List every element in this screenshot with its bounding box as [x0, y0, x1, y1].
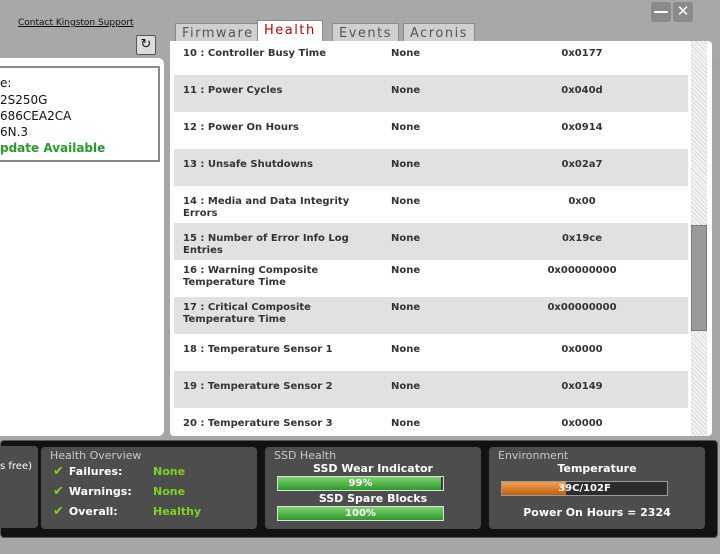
refresh-button[interactable]: ↻ — [136, 35, 156, 55]
device-info-line: e: — [0, 76, 12, 90]
attribute-value: 0x0000 — [561, 418, 603, 429]
temperature-value: 39C/102F — [558, 483, 611, 494]
failures-label: Failures: — [68, 465, 123, 478]
attribute-value: 0x040d — [561, 85, 603, 96]
contact-support-link[interactable]: Contact Kingston Support — [18, 18, 134, 28]
table-row[interactable]: 18 : Temperature Sensor 1 None 0x0000 — [174, 334, 688, 371]
attribute-threshold: None — [391, 48, 421, 59]
attribute-value: 0x00 — [568, 196, 596, 207]
warnings-row: ✔ Warnings: None — [53, 484, 185, 499]
attribute-value: 0x0177 — [561, 48, 603, 59]
table-row[interactable]: 16 : Warning Composite Temperature Time … — [174, 260, 688, 297]
failures-value: None — [153, 465, 186, 478]
temperature-label: Temperature — [557, 462, 637, 475]
device-serial: 686CEA2CA — [0, 109, 72, 123]
check-icon: ✔ — [53, 504, 64, 519]
table-row[interactable]: 12 : Power On Hours None 0x0914 — [174, 112, 688, 149]
attribute-threshold: None — [391, 85, 421, 96]
capacity-panel — [0, 446, 38, 528]
attribute-value: 0x00000000 — [547, 265, 617, 276]
close-button[interactable]: ✕ — [673, 2, 693, 22]
attribute-threshold: None — [391, 302, 421, 313]
attribute-value: 0x0149 — [561, 381, 603, 392]
environment-panel: Environment Temperature 39C/102F Power O… — [489, 447, 705, 529]
table-row[interactable]: 19 : Temperature Sensor 2 None 0x0149 — [174, 371, 688, 408]
attribute-value: 0x19ce — [561, 233, 603, 244]
table-row[interactable]: 15 : Number of Error Info Log Entries No… — [174, 223, 688, 260]
spare-blocks-value: 100% — [345, 508, 376, 519]
overall-label: Overall: — [68, 505, 118, 518]
attribute-name: 10 : Controller Busy Time — [183, 48, 326, 59]
health-overview-panel: Health Overview ✔ Failures: None ✔ Warning… — [41, 447, 257, 529]
table-row[interactable]: 10 : Controller Busy Time None 0x0177 — [174, 41, 688, 75]
table-scrollbar[interactable] — [691, 41, 707, 436]
attribute-name: 13 : Unsafe Shutdowns — [183, 159, 313, 170]
device-model: 2S250G — [0, 93, 48, 107]
wear-indicator-value: 99% — [348, 478, 373, 489]
scrollbar-thumb[interactable] — [691, 225, 707, 331]
attribute-value: 0x0000 — [561, 344, 603, 355]
check-icon: ✔ — [53, 484, 64, 499]
device-firmware: 6N.3 — [0, 125, 29, 139]
status-bar: Health Overview ✔ Failures: None ✔ Warning… — [0, 440, 718, 538]
health-overview-title: Health Overview — [50, 449, 142, 462]
attribute-name: 18 : Temperature Sensor 1 — [183, 344, 333, 355]
failures-row: ✔ Failures: None — [53, 464, 185, 479]
refresh-icon: ↻ — [140, 37, 152, 52]
attribute-threshold: None — [391, 196, 421, 207]
device-info-box: e: 2S250G 686CEA2CA 6N.3 pdate Available — [0, 66, 160, 162]
attribute-name: 20 : Temperature Sensor 3 — [183, 418, 333, 429]
power-on-hours: Power On Hours = 2324 — [523, 506, 671, 519]
wear-indicator-bar: 99% — [277, 476, 444, 491]
ssd-health-panel: SSD Health SSD Wear Indicator 99% SSD Sp… — [265, 447, 481, 529]
table-row[interactable]: 14 : Media and Data Integrity Errors Non… — [174, 186, 688, 223]
attribute-name: 15 : Number of Error Info Log Entries — [183, 233, 349, 256]
check-icon: ✔ — [53, 464, 64, 479]
table-row[interactable]: 11 : Power Cycles None 0x040d — [174, 75, 688, 112]
warnings-value: None — [153, 485, 186, 498]
capacity-free-text: s free) — [0, 461, 33, 472]
spare-blocks-bar: 100% — [277, 506, 444, 521]
attribute-threshold: None — [391, 159, 421, 170]
attribute-threshold: None — [391, 233, 421, 244]
attribute-threshold: None — [391, 265, 421, 276]
attribute-name: 19 : Temperature Sensor 2 — [183, 381, 333, 392]
attribute-threshold: None — [391, 381, 421, 392]
overall-row: ✔ Overall: Healthy — [53, 504, 201, 519]
temperature-bar: 39C/102F — [501, 481, 668, 496]
attribute-name: 12 : Power On Hours — [183, 122, 299, 133]
attribute-threshold: None — [391, 344, 421, 355]
table-row[interactable]: 20 : Temperature Sensor 3 None 0x0000 — [174, 408, 688, 436]
attribute-name: 11 : Power Cycles — [183, 85, 283, 96]
attribute-threshold: None — [391, 122, 421, 133]
overall-value: Healthy — [153, 505, 202, 518]
attribute-name: 17 : Critical Composite Temperature Time — [183, 302, 311, 325]
table-row[interactable]: 17 : Critical Composite Temperature Time… — [174, 297, 688, 334]
attribute-value: 0x02a7 — [561, 159, 603, 170]
device-panel: e: 2S250G 686CEA2CA 6N.3 pdate Available — [0, 58, 164, 436]
update-available-link[interactable]: pdate Available — [0, 141, 105, 155]
warnings-label: Warnings: — [68, 485, 132, 498]
smart-attributes-table: 10 : Controller Busy Time None 0x0177 11… — [170, 41, 712, 436]
attribute-value: 0x0914 — [561, 122, 603, 133]
attribute-threshold: None — [391, 418, 421, 429]
spare-blocks-label: SSD Spare Blocks — [318, 492, 428, 505]
attribute-value: 0x00000000 — [547, 302, 617, 313]
attribute-name: 14 : Media and Data Integrity Errors — [183, 196, 350, 219]
minimize-button[interactable]: — — [651, 2, 671, 22]
ssd-health-title: SSD Health — [274, 449, 337, 462]
attribute-name: 16 : Warning Composite Temperature Time — [183, 265, 319, 288]
environment-title: Environment — [498, 449, 569, 462]
wear-indicator-label: SSD Wear Indicator — [313, 462, 433, 475]
table-row[interactable]: 13 : Unsafe Shutdowns None 0x02a7 — [174, 149, 688, 186]
